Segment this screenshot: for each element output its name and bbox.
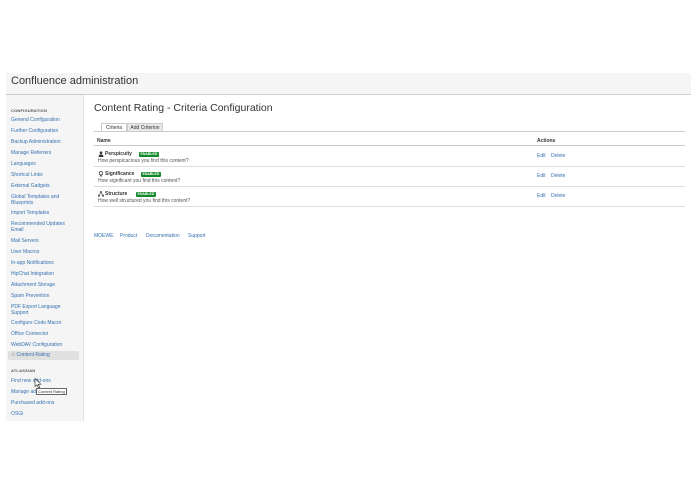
- sidebar-item-in-app-notifications[interactable]: In-app Notifications: [11, 260, 81, 266]
- admin-frame: Confluence administration CONFIGURATION …: [6, 73, 691, 421]
- sidebar-item-import-templates[interactable]: Import Templates: [11, 210, 81, 216]
- edit-link[interactable]: Edit: [537, 153, 546, 159]
- content-rating-tooltip: Content Rating: [36, 388, 67, 395]
- delete-link[interactable]: Delete: [551, 173, 565, 179]
- sidebar-item-manage-referrers[interactable]: Manage Referrers: [11, 150, 81, 156]
- main-content: Content Rating - Criteria Configuration …: [94, 95, 691, 421]
- sidebar-item-further-configuration[interactable]: Further Configuration: [11, 128, 81, 134]
- footer-link-documentation[interactable]: Documentation: [146, 233, 180, 239]
- table-row: Perspicuity ENABLED How perspicacious yo…: [94, 147, 685, 167]
- criterion-name: Significance: [105, 171, 135, 177]
- sidebar-item-osgi[interactable]: OSGi: [11, 411, 81, 417]
- footer-link-moewe[interactable]: MOEWE: [94, 233, 113, 239]
- sidebar-item-external-gadgets[interactable]: External Gadgets: [11, 183, 81, 189]
- sidebar-item-general-configuration[interactable]: General Configuration: [11, 117, 81, 123]
- status-badge: ENABLED: [139, 151, 159, 157]
- criterion-description: How significant you find this content?: [98, 178, 181, 184]
- column-header-actions: Actions: [537, 138, 556, 144]
- sitemap-icon: [98, 191, 104, 197]
- sidebar-item-user-macros[interactable]: User Macros: [11, 249, 81, 255]
- sidebar-item-languages[interactable]: Languages: [11, 161, 81, 167]
- sidebar-heading-atlassian: ATLASSIAN: [11, 368, 36, 373]
- tab-divider: [94, 131, 685, 132]
- table-header: Name Actions: [94, 137, 685, 146]
- sidebar-item-shortcut-links[interactable]: Shortcut Links: [11, 172, 81, 178]
- lightbulb-icon: [98, 171, 104, 177]
- edit-link[interactable]: Edit: [537, 193, 546, 199]
- status-badge: ENABLED: [141, 171, 161, 177]
- status-badge: ENABLED: [136, 191, 156, 197]
- edit-link[interactable]: Edit: [537, 173, 546, 179]
- sidebar-item-mail-servers[interactable]: Mail Servers: [11, 238, 81, 244]
- sidebar-item-label: Content Rating: [16, 352, 50, 358]
- criterion-name: Structure: [105, 191, 128, 197]
- sidebar-item-office-connector[interactable]: Office Connector: [11, 331, 81, 337]
- table-row: Significance ENABLED How significant you…: [94, 167, 685, 187]
- criterion-description: How well structured you find this conten…: [98, 198, 191, 204]
- sidebar-item-find-new-add-ons[interactable]: Find new add-ons: [11, 378, 81, 384]
- sidebar-item-pdf-export-language-support[interactable]: PDF Export Language Support: [11, 304, 69, 316]
- star-icon: ☆: [11, 352, 16, 358]
- admin-sidebar: CONFIGURATION General Configuration Furt…: [6, 95, 84, 421]
- footer-link-support[interactable]: Support: [188, 233, 206, 239]
- sidebar-item-hipchat-integration[interactable]: HipChat Integration: [11, 271, 81, 277]
- sidebar-item-purchased-add-ons[interactable]: Purchased add-ons: [11, 400, 81, 406]
- user-icon: [98, 151, 104, 157]
- sidebar-heading-configuration: CONFIGURATION: [11, 108, 48, 113]
- page-header-title: Confluence administration: [11, 75, 139, 87]
- admin-header: Confluence administration: [6, 73, 691, 95]
- sidebar-item-recommended-updates-email[interactable]: Recommended Updates Email: [11, 221, 73, 233]
- sidebar-item-backup-administration[interactable]: Backup Administration: [11, 139, 81, 145]
- sidebar-item-configure-code-macro[interactable]: Configure Code Macro: [11, 320, 81, 326]
- sidebar-item-attachment-storage[interactable]: Attachment Storage: [11, 282, 81, 288]
- page-title: Content Rating - Criteria Configuration: [94, 102, 273, 114]
- table-row: Structure ENABLED How well structured yo…: [94, 187, 685, 207]
- criterion-name: Perspicuity: [105, 151, 132, 157]
- column-header-name: Name: [97, 138, 111, 144]
- sidebar-item-content-rating[interactable]: ☆Content Rating: [8, 351, 79, 360]
- criterion-description: How perspicacious you find this content?: [98, 158, 189, 164]
- footer-link-product[interactable]: Product: [120, 233, 137, 239]
- delete-link[interactable]: Delete: [551, 193, 565, 199]
- sidebar-item-global-templates[interactable]: Global Templates and Blueprints: [11, 194, 71, 206]
- delete-link[interactable]: Delete: [551, 153, 565, 159]
- sidebar-item-spam-prevention[interactable]: Spam Prevention: [11, 293, 81, 299]
- sidebar-item-webdav-configuration[interactable]: WebDAV Configuration: [11, 342, 81, 348]
